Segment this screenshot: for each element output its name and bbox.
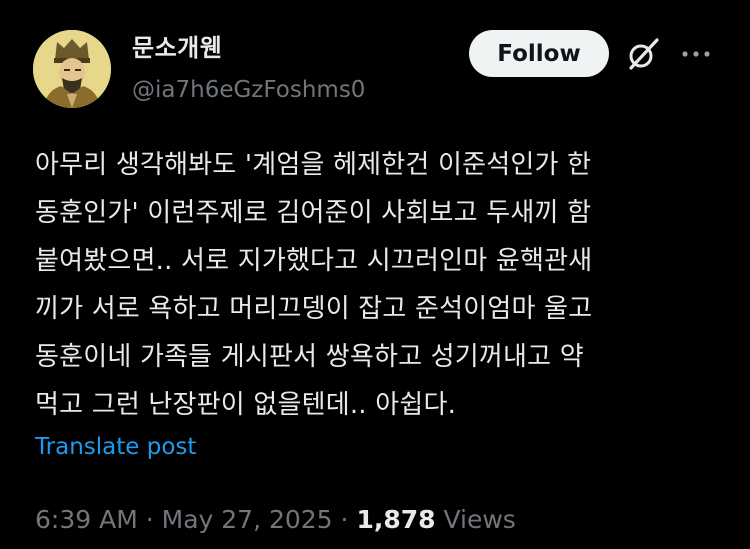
follow-button[interactable]: Follow [469, 30, 609, 77]
author-display-name[interactable]: 문소개웬 [132, 36, 222, 60]
more-dots-icon[interactable] [680, 46, 712, 60]
post-text: 아무리 생각해봐도 '계엄을 헤제한건 이준석인가 한 동훈인가' 이런주제로 … [35, 150, 593, 420]
views-label: Views [443, 505, 516, 534]
translate-post-link[interactable]: Translate post [35, 433, 196, 461]
grok-icon[interactable] [626, 37, 660, 71]
author-handle[interactable]: @ia7h6eGzFoshms0 [132, 79, 365, 102]
meta-separator: · [145, 505, 154, 534]
avatar[interactable] [33, 30, 111, 108]
portrait-avatar-icon [33, 30, 111, 108]
post-date[interactable]: May 27, 2025 [162, 505, 333, 534]
post-time[interactable]: 6:39 AM [35, 505, 138, 534]
meta-separator: · [340, 505, 349, 534]
views-count: 1,878 [356, 505, 436, 534]
post-meta: 6:39 AM · May 27, 2025 · 1,878 Views [35, 503, 516, 537]
post-detail: 문소개웬 @ia7h6eGzFoshms0 Follow 아무리 생각해봐도 '… [0, 0, 750, 549]
